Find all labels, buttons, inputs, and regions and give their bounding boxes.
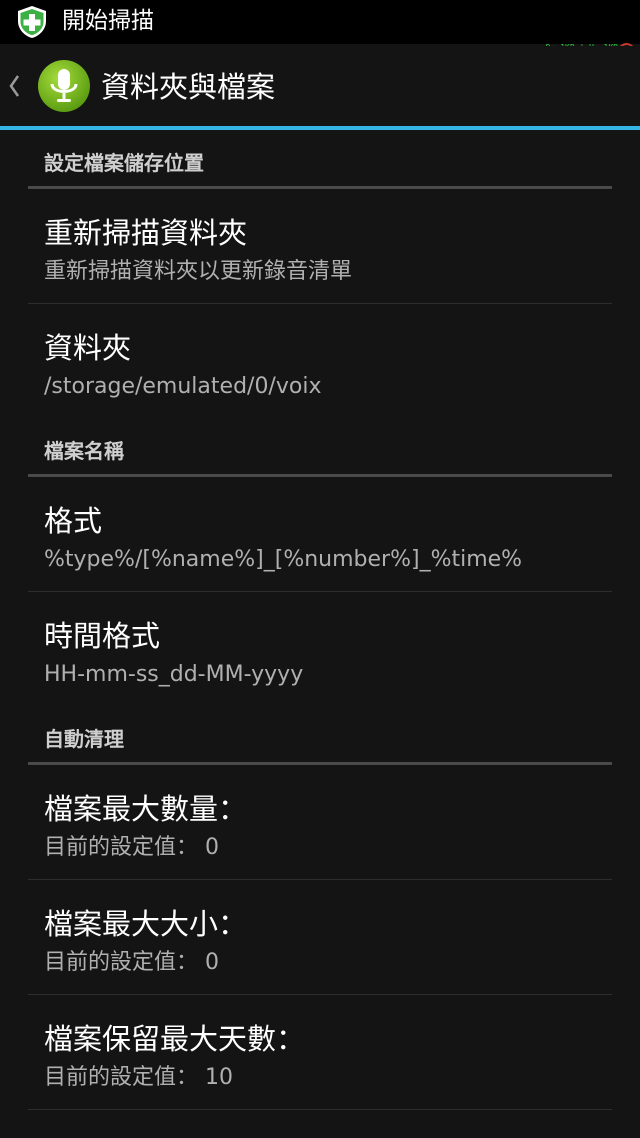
pref-format[interactable]: 格式 %type%/[%name%]_[%number%]_%time% xyxy=(28,477,612,592)
back-chevron-icon[interactable] xyxy=(6,70,22,102)
category-header-file-name: 檔案名稱 xyxy=(28,418,612,477)
preference-list: 設定檔案儲存位置 重新掃描資料夾 重新掃描資料夾以更新錄音清單 資料夾 /sto… xyxy=(28,130,612,1110)
settings-screen: 開始掃描 D: 1KB | U: 1KB 資料夾與檔案 設定 xyxy=(0,0,640,1138)
page-title: 資料夾與檔案 xyxy=(101,70,276,104)
category-label: 自動清理 xyxy=(44,727,124,751)
status-bar: 開始掃描 xyxy=(0,0,640,44)
microphone-icon[interactable] xyxy=(36,58,92,114)
pref-folder[interactable]: 資料夾 /storage/emulated/0/voix xyxy=(28,304,612,418)
pref-title: 格式 xyxy=(44,504,103,538)
pref-summary: 目前的設定值： 0 xyxy=(44,950,219,975)
category-header-auto-cleanup: 自動清理 xyxy=(28,706,612,765)
pref-max-file-size[interactable]: 檔案最大大小： 目前的設定值： 0 xyxy=(28,880,612,995)
pref-rescan-folder[interactable]: 重新掃描資料夾 重新掃描資料夾以更新錄音清單 xyxy=(28,189,612,304)
pref-title: 時間格式 xyxy=(44,619,161,653)
pref-summary: 重新掃描資料夾以更新錄音清單 xyxy=(44,259,353,284)
action-bar: 資料夾與檔案 xyxy=(0,46,640,126)
notification-title: 開始掃描 xyxy=(62,8,154,34)
pref-title: 檔案最大數量： xyxy=(44,792,248,826)
pref-title: 檔案保留最大天數： xyxy=(44,1022,306,1056)
pref-summary: HH-mm-ss_dd-MM-yyyy xyxy=(44,662,304,687)
pref-title: 重新掃描資料夾 xyxy=(44,216,248,250)
pref-max-file-count[interactable]: 檔案最大數量： 目前的設定值： 0 xyxy=(28,765,612,880)
pref-summary: %type%/[%name%]_[%number%]_%time% xyxy=(44,547,523,572)
pref-title: 檔案最大大小： xyxy=(44,907,248,941)
pref-summary: 目前的設定值： 0 xyxy=(44,835,219,860)
pref-max-retention-days[interactable]: 檔案保留最大天數： 目前的設定值： 10 xyxy=(28,995,612,1110)
category-label: 設定檔案儲存位置 xyxy=(44,151,204,175)
category-header-storage-location: 設定檔案儲存位置 xyxy=(28,130,612,189)
pref-time-format[interactable]: 時間格式 HH-mm-ss_dd-MM-yyyy xyxy=(28,592,612,706)
pref-summary: 目前的設定值： 10 xyxy=(44,1065,233,1090)
category-label: 檔案名稱 xyxy=(44,439,124,463)
pref-summary: /storage/emulated/0/voix xyxy=(44,374,322,399)
pref-title: 資料夾 xyxy=(44,331,132,365)
shield-plus-icon xyxy=(18,6,46,38)
